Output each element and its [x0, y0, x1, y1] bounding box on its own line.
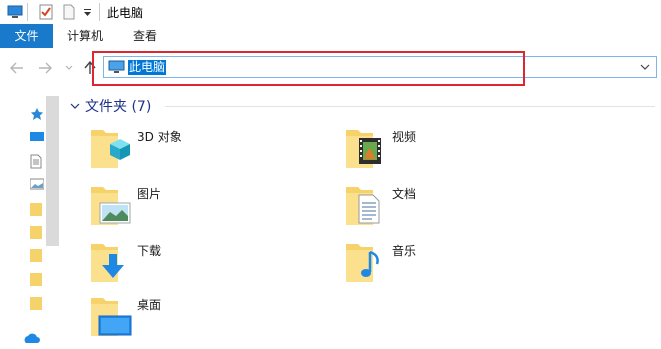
- properties-icon[interactable]: [37, 3, 55, 21]
- address-path-text[interactable]: 此电脑: [128, 60, 167, 75]
- folder-label: 视频: [392, 130, 417, 144]
- videos-folder-icon: [346, 130, 381, 168]
- folder-item-documents[interactable]: 文档: [343, 183, 583, 233]
- documents-folder-icon: [346, 187, 380, 225]
- documents-nav-icon[interactable]: [30, 154, 44, 170]
- forward-button[interactable]: [36, 58, 54, 78]
- tab-file[interactable]: 文件: [0, 24, 53, 48]
- address-dropdown-icon[interactable]: [638, 60, 652, 74]
- quick-access-pin-icon[interactable]: [30, 107, 44, 123]
- recent-locations-chevron-icon[interactable]: [64, 58, 74, 78]
- pictures-nav-icon[interactable]: [29, 178, 45, 194]
- tab-computer[interactable]: 计算机: [53, 24, 117, 48]
- new-folder-icon[interactable]: [61, 3, 77, 21]
- ribbon: 文件 计算机 查看: [0, 24, 661, 49]
- folder-nav-icon[interactable]: [30, 296, 44, 312]
- folders-group-title: 文件夹 (7): [85, 99, 152, 115]
- folder-label: 3D 对象: [137, 130, 182, 144]
- folder-item-downloads[interactable]: 下载: [88, 240, 328, 290]
- divider: [165, 106, 655, 107]
- folder-nav-icon[interactable]: [30, 272, 44, 288]
- up-button[interactable]: [82, 58, 98, 78]
- window-title: 此电脑: [107, 6, 144, 20]
- chevron-down-icon: [70, 103, 80, 109]
- folders-group-header[interactable]: 文件夹 (7): [69, 96, 151, 116]
- computer-icon: [108, 60, 125, 77]
- title-bar: 此电脑: [0, 0, 661, 24]
- folder-label: 下载: [137, 244, 162, 258]
- address-bar[interactable]: 此电脑: [103, 56, 657, 78]
- desktop-nav-icon[interactable]: [30, 131, 44, 147]
- folder-nav-icon[interactable]: [30, 248, 44, 264]
- customize-dropdown-icon[interactable]: [81, 3, 93, 21]
- back-button[interactable]: [8, 58, 26, 78]
- folder-label: 文档: [392, 187, 417, 201]
- folder-item-music[interactable]: 音乐: [343, 240, 583, 290]
- 3d-objects-folder-icon: [91, 130, 130, 168]
- desktop-folder-icon: [91, 298, 132, 336]
- folder-item-3d-objects[interactable]: 3D 对象: [88, 126, 328, 176]
- onedrive-icon[interactable]: [22, 332, 40, 348]
- separator: [27, 3, 28, 21]
- folder-nav-icon[interactable]: [30, 225, 44, 241]
- separator: [99, 3, 100, 21]
- folder-label: 音乐: [392, 244, 417, 258]
- folder-label: 桌面: [137, 298, 162, 312]
- tab-view[interactable]: 查看: [117, 24, 173, 48]
- folder-nav-icon[interactable]: [30, 202, 44, 218]
- folder-item-pictures[interactable]: 图片: [88, 183, 328, 233]
- folder-label: 图片: [137, 187, 162, 201]
- folder-item-desktop[interactable]: 桌面: [88, 294, 328, 344]
- computer-icon[interactable]: [6, 3, 24, 21]
- content-area: 文件夹 (7) 3D 对象 视频 图片 文档 下载 音乐 桌面: [61, 88, 661, 349]
- music-folder-icon: [346, 244, 379, 282]
- pictures-folder-icon: [91, 187, 131, 225]
- navigation-pane-scrollbar[interactable]: [46, 96, 59, 246]
- folder-item-videos[interactable]: 视频: [343, 126, 583, 176]
- downloads-folder-icon: [91, 244, 124, 282]
